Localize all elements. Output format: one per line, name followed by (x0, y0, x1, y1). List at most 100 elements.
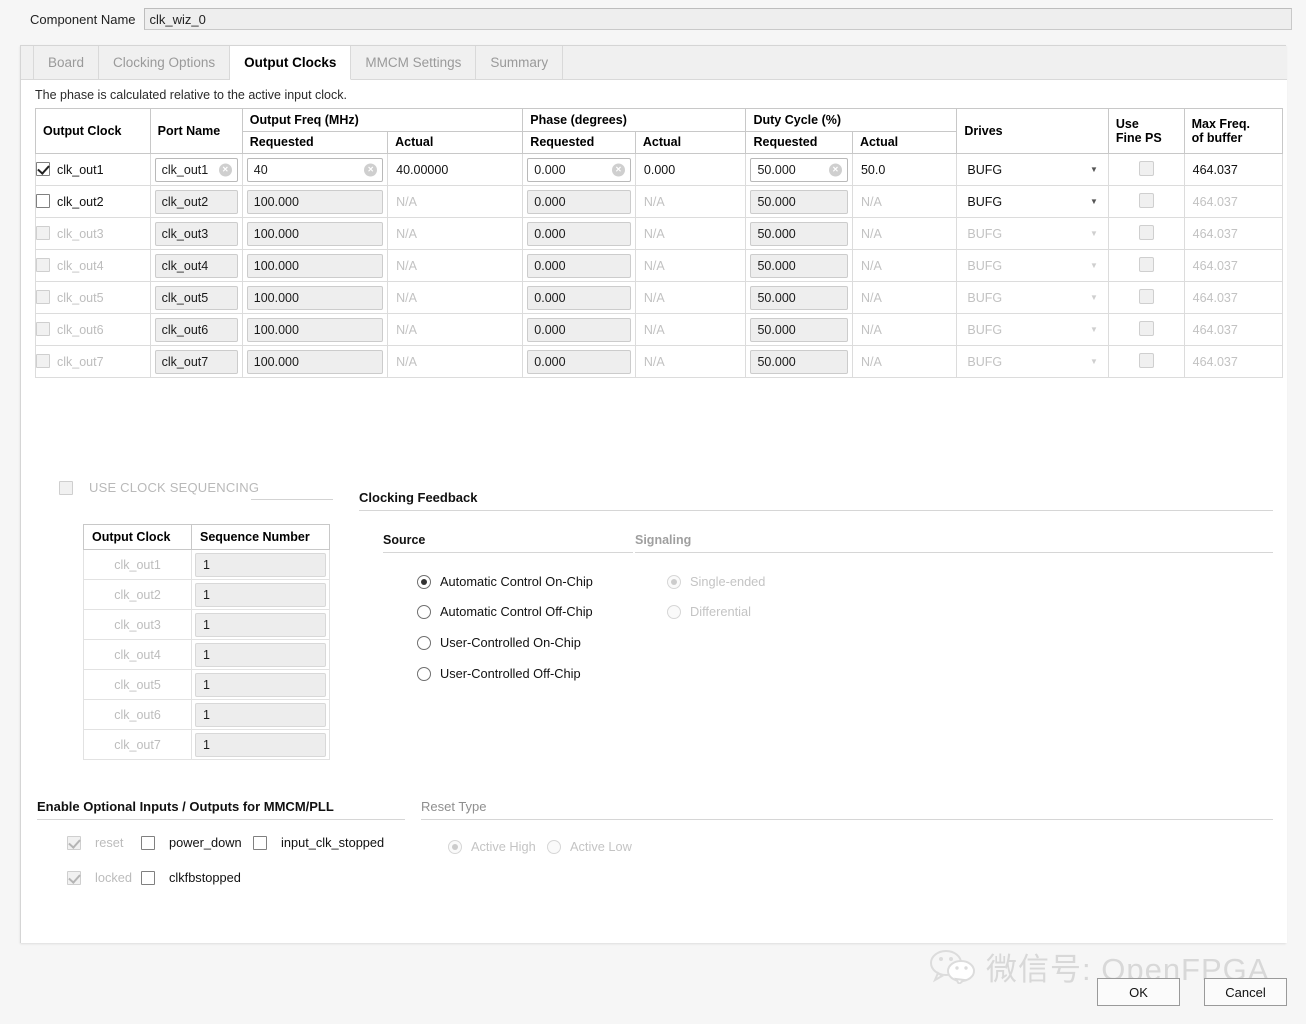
clear-icon[interactable]: × (829, 163, 842, 176)
tab-mmcm-settings[interactable]: MMCM Settings (351, 46, 476, 79)
use-fine-ps-clk_out1-checkbox[interactable] (1139, 161, 1154, 176)
chevron-down-icon[interactable]: ▼ (1090, 229, 1098, 238)
port-name-clk_out4[interactable]: clk_out4 (155, 254, 238, 278)
drives-select-clk_out7[interactable]: BUFG▼ (961, 350, 1104, 374)
seq-number-clk_out5[interactable]: 1 (195, 673, 326, 697)
drives-select-clk_out6[interactable]: BUFG▼ (961, 318, 1104, 342)
radio-automatic-control-off-chip[interactable]: Automatic Control Off-Chip (417, 604, 593, 619)
use-clock-sequencing-row[interactable]: USE CLOCK SEQUENCING (59, 480, 259, 495)
enable-clk_out4-checkbox (36, 258, 50, 272)
cell-freq-actual: N/A (388, 282, 523, 314)
checkbox-clkfbstopped[interactable]: clkfbstopped (141, 870, 241, 885)
duty-requested-clk_out4[interactable]: 50.000 (750, 254, 847, 278)
drives-value: BUFG (967, 163, 1002, 177)
radio-automatic-control-on-chip[interactable]: Automatic Control On-Chip (417, 574, 593, 589)
freq-requested-clk_out5[interactable]: 100.000 (247, 286, 383, 310)
duty-actual-clk_out5: N/A (853, 291, 956, 305)
drives-select-clk_out1[interactable]: BUFG ▼ (961, 158, 1104, 182)
duty-requested-clk_out1[interactable]: 50.000× (750, 158, 847, 182)
drives-select-clk_out5[interactable]: BUFG▼ (961, 286, 1104, 310)
checkbox-power-down[interactable]: power_down (141, 835, 242, 850)
cell-duty-actual: N/A (852, 346, 956, 378)
port-name-clk_out1[interactable]: clk_out1× (155, 158, 238, 182)
use-fine-ps-clk_out5-checkbox[interactable] (1139, 289, 1154, 304)
drives-select-clk_out2[interactable]: BUFG ▼ (961, 190, 1104, 214)
ok-button[interactable]: OK (1097, 978, 1180, 1006)
use-fine-ps-clk_out2-checkbox[interactable] (1139, 193, 1154, 208)
radio-automatic-control-on-chip-dot[interactable] (417, 575, 431, 589)
tab-clocking-options[interactable]: Clocking Options (99, 46, 230, 79)
checkbox-clkfbstopped-box[interactable] (141, 871, 155, 885)
use-fine-ps-clk_out4-checkbox[interactable] (1139, 257, 1154, 272)
phase-requested-clk_out2[interactable]: 0.000 (527, 190, 631, 214)
drives-select-clk_out3[interactable]: BUFG▼ (961, 222, 1104, 246)
use-fine-ps-clk_out6-checkbox[interactable] (1139, 321, 1154, 336)
phase-requested-clk_out1[interactable]: 0.000× (527, 158, 631, 182)
port-name-clk_out5[interactable]: clk_out5 (155, 286, 238, 310)
tab-board[interactable]: Board (33, 46, 99, 79)
duty-requested-clk_out6[interactable]: 50.000 (750, 318, 847, 342)
cell-duty-requested: 50.000× (746, 154, 852, 186)
chevron-down-icon[interactable]: ▼ (1090, 357, 1098, 366)
cell-drives: BUFG▼ (957, 346, 1109, 378)
duty-requested-clk_out7[interactable]: 50.000 (750, 350, 847, 374)
phase-requested-clk_out3[interactable]: 0.000 (527, 222, 631, 246)
list-item: clk_out11 (84, 550, 330, 580)
radio-automatic-control-off-chip-dot[interactable] (417, 605, 431, 619)
tab-output-clocks[interactable]: Output Clocks (230, 46, 351, 80)
seq-number-clk_out3[interactable]: 1 (195, 613, 326, 637)
radio-user-controlled-on-chip-dot[interactable] (417, 636, 431, 650)
radio-user-controlled-off-chip[interactable]: User-Controlled Off-Chip (417, 666, 581, 681)
phase-requested-clk_out5[interactable]: 0.000 (527, 286, 631, 310)
drives-select-clk_out4[interactable]: BUFG▼ (961, 254, 1104, 278)
col-max-freq-line1: Max Freq. (1192, 117, 1250, 131)
radio-user-controlled-off-chip-dot[interactable] (417, 667, 431, 681)
clear-icon[interactable]: × (364, 163, 377, 176)
seq-number-clk_out6[interactable]: 1 (195, 703, 326, 727)
use-clock-sequencing-checkbox[interactable] (59, 481, 73, 495)
freq-requested-clk_out3[interactable]: 100.000 (247, 222, 383, 246)
freq-actual-clk_out5: N/A (388, 291, 522, 305)
radio-user-controlled-on-chip[interactable]: User-Controlled On-Chip (417, 635, 581, 650)
seq-number-clk_out1[interactable]: 1 (195, 553, 326, 577)
component-name-input[interactable] (144, 8, 1292, 30)
use-fine-ps-clk_out3-checkbox[interactable] (1139, 225, 1154, 240)
seq-number-clk_out7[interactable]: 1 (195, 733, 326, 757)
clear-icon[interactable]: × (612, 163, 625, 176)
clear-icon[interactable]: × (219, 163, 232, 176)
duty-requested-clk_out2[interactable]: 50.000 (750, 190, 847, 214)
duty-requested-clk_out5[interactable]: 50.000 (750, 286, 847, 310)
drives-value: BUFG (967, 195, 1002, 209)
checkbox-power-down-box[interactable] (141, 836, 155, 850)
seq-number-clk_out2[interactable]: 1 (195, 583, 326, 607)
freq-requested-clk_out6[interactable]: 100.000 (247, 318, 383, 342)
seq-number-clk_out4[interactable]: 1 (195, 643, 326, 667)
checkbox-input-clk-stopped[interactable]: input_clk_stopped (253, 835, 384, 850)
cancel-button[interactable]: Cancel (1204, 978, 1287, 1006)
freq-requested-clk_out2[interactable]: 100.000 (247, 190, 383, 214)
chevron-down-icon[interactable]: ▼ (1090, 165, 1098, 174)
chevron-down-icon[interactable]: ▼ (1090, 293, 1098, 302)
freq-requested-clk_out7[interactable]: 100.000 (247, 350, 383, 374)
enable-clk_out1-checkbox[interactable] (36, 162, 50, 176)
port-name-clk_out2[interactable]: clk_out2 (155, 190, 238, 214)
use-fine-ps-clk_out7-checkbox[interactable] (1139, 353, 1154, 368)
freq-requested-clk_out4[interactable]: 100.000 (247, 254, 383, 278)
enable-clk_out2-checkbox[interactable] (36, 194, 50, 208)
checkbox-input-clk-stopped-box[interactable] (253, 836, 267, 850)
duty-requested-clk_out3[interactable]: 50.000 (750, 222, 847, 246)
chevron-down-icon[interactable]: ▼ (1090, 325, 1098, 334)
freq-requested-clk_out1[interactable]: 40× (247, 158, 383, 182)
port-name-clk_out3[interactable]: clk_out3 (155, 222, 238, 246)
phase-requested-value: 0.000 (534, 291, 565, 305)
tab-summary[interactable]: Summary (476, 46, 563, 79)
port-name-clk_out7[interactable]: clk_out7 (155, 350, 238, 374)
use-clock-sequencing-label: USE CLOCK SEQUENCING (89, 480, 259, 495)
enable-clk_out7-checkbox (36, 354, 50, 368)
phase-requested-clk_out4[interactable]: 0.000 (527, 254, 631, 278)
chevron-down-icon[interactable]: ▼ (1090, 261, 1098, 270)
port-name-clk_out6[interactable]: clk_out6 (155, 318, 238, 342)
chevron-down-icon[interactable]: ▼ (1090, 197, 1098, 206)
phase-requested-clk_out7[interactable]: 0.000 (527, 350, 631, 374)
phase-requested-clk_out6[interactable]: 0.000 (527, 318, 631, 342)
